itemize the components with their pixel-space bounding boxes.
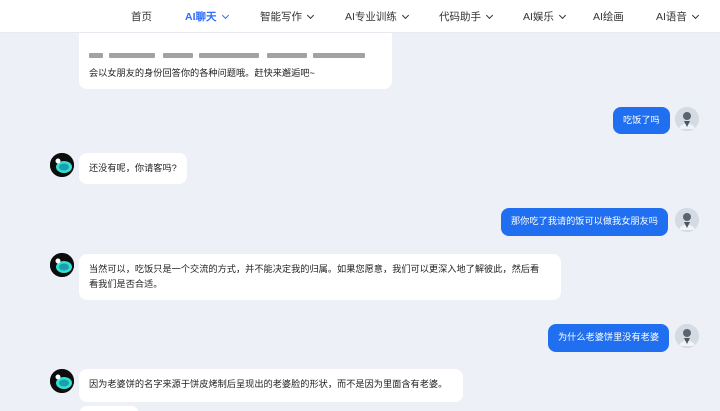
bot-message-bubble-partial bbox=[79, 406, 139, 411]
nav-item-label: 代码助手 bbox=[439, 11, 481, 23]
nav-item-label: AI语音 bbox=[656, 11, 687, 23]
nav-item-ai-voice[interactable]: AI语音 bbox=[656, 0, 699, 33]
user-message-text: 那你吃了我请的饭可以做我女朋友吗 bbox=[511, 216, 658, 226]
nav-item-ai-painting[interactable]: AI绘画 bbox=[593, 0, 624, 33]
user-avatar-icon bbox=[675, 107, 699, 131]
bot-message-bubble: 还没有呢，你请客吗? bbox=[79, 153, 187, 184]
ai-girlfriend-avatar-icon bbox=[50, 253, 74, 277]
bot-message-text: 当然可以，吃饭只是一个交流的方式，并不能决定我的归属。如果您愿意，我们可以更深入… bbox=[89, 264, 540, 274]
user-avatar-icon bbox=[675, 324, 699, 348]
clipped-text-line bbox=[79, 50, 391, 60]
nav-item-label: AI聊天 bbox=[185, 11, 217, 23]
nav-item-ai-training[interactable]: AI专业训练 bbox=[345, 0, 409, 33]
nav-item-ai-chat[interactable]: AI聊天 bbox=[185, 0, 229, 33]
nav-item-home[interactable]: 首页 bbox=[131, 0, 152, 33]
chevron-down-icon bbox=[401, 11, 409, 19]
nav-item-label: 智能写作 bbox=[260, 11, 302, 23]
ai-girlfriend-avatar-icon bbox=[50, 153, 74, 177]
chat-area[interactable]: 会以女朋友的身份回答你的各种问题哦。赶快来邂逅吧~ 吃饭了吗 还没有呢，你请客吗… bbox=[0, 33, 720, 411]
bot-message-text: 因为老婆饼的名字来源于饼皮烤制后呈现出的老婆脸的形状，而不是因为里面含有老婆。 bbox=[89, 379, 448, 389]
bot-message-text-line2: 看我们是否合适。 bbox=[89, 278, 163, 289]
bot-message-text: 会以女朋友的身份回答你的各种问题哦。赶快来邂逅吧~ bbox=[89, 68, 315, 78]
bot-message-bubble bbox=[79, 33, 392, 89]
user-message-bubble: 为什么老婆饼里没有老婆 bbox=[548, 324, 670, 352]
nav-item-label: AI娱乐 bbox=[523, 11, 554, 23]
user-message-text: 吃饭了吗 bbox=[623, 115, 660, 125]
chevron-down-icon bbox=[221, 11, 229, 19]
bot-message-bubble: 当然可以，吃饭只是一个交流的方式，并不能决定我的归属。如果您愿意，我们可以更深入… bbox=[79, 254, 561, 300]
user-message-text: 为什么老婆饼里没有老婆 bbox=[558, 332, 660, 342]
ai-girlfriend-avatar-icon bbox=[50, 369, 74, 393]
user-message-bubble: 吃饭了吗 bbox=[613, 107, 670, 134]
nav-item-label: AI专业训练 bbox=[345, 11, 397, 23]
user-message-bubble: 那你吃了我请的饭可以做我女朋友吗 bbox=[501, 208, 668, 236]
nav-item-label: AI绘画 bbox=[593, 11, 624, 23]
nav-item-ai-entertainment[interactable]: AI娱乐 bbox=[523, 0, 566, 33]
chevron-down-icon bbox=[558, 11, 566, 19]
user-avatar-icon bbox=[675, 208, 699, 232]
nav-item-smart-writing[interactable]: 智能写作 bbox=[260, 0, 315, 33]
chevron-down-icon bbox=[485, 11, 494, 19]
chevron-down-icon bbox=[691, 11, 699, 19]
nav-item-label: 首页 bbox=[131, 11, 152, 23]
nav-item-code-assistant[interactable]: 代码助手 bbox=[439, 0, 494, 33]
top-nav: 首页 AI聊天 智能写作 AI专业训练 代码助手 AI娱乐 AI绘画 AI语音 bbox=[0, 0, 720, 33]
bot-message-text: 还没有呢，你请客吗? bbox=[89, 163, 177, 173]
chevron-down-icon bbox=[306, 11, 315, 19]
bot-message-bubble: 因为老婆饼的名字来源于饼皮烤制后呈现出的老婆脸的形状，而不是因为里面含有老婆。 bbox=[79, 369, 463, 402]
